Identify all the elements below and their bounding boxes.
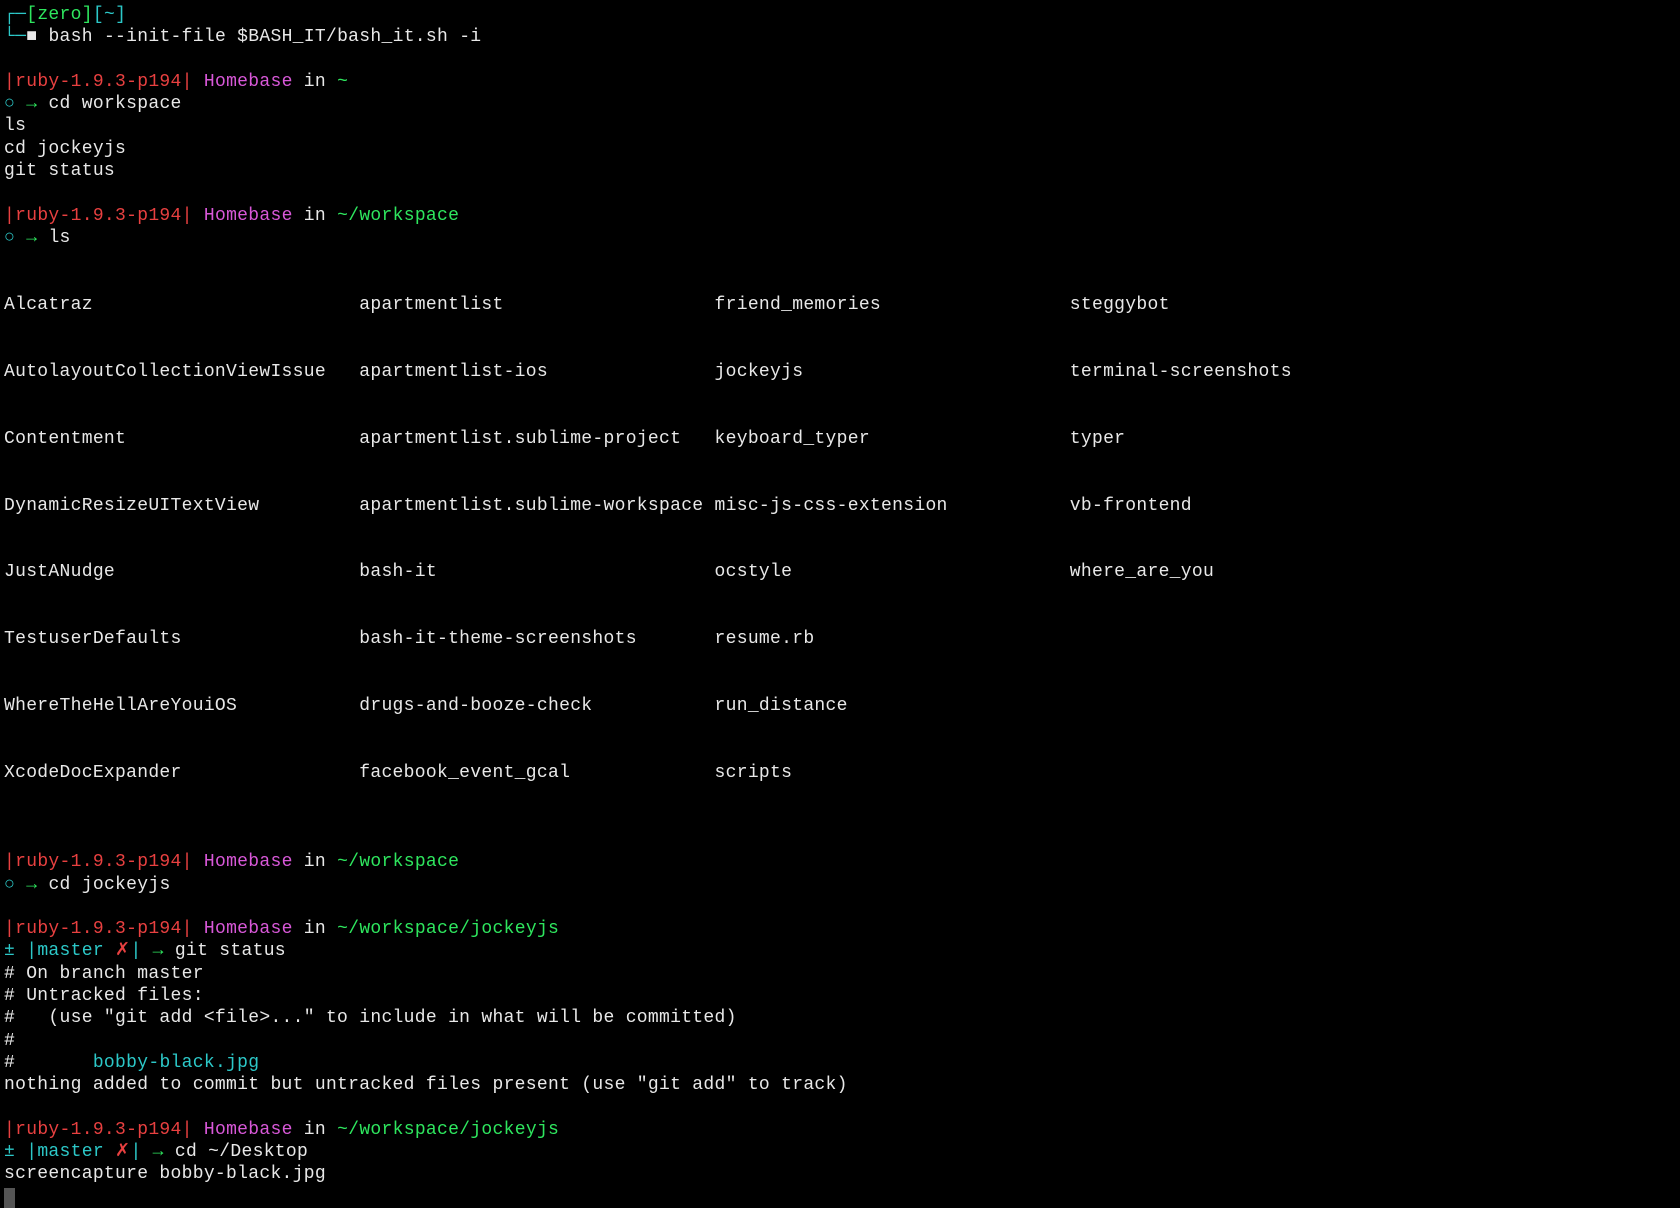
prompt-3-cmd: ○ → cd jockeyjs — [4, 874, 1676, 896]
top-host-line: ┌─[zero][~] — [4, 4, 1676, 26]
prompt-1-context: |ruby-1.9.3-p194| Homebase in ~ — [4, 71, 1676, 93]
git-status-line: # (use "git add <file>..." to include in… — [4, 1007, 1676, 1029]
git-status-line: # On branch master — [4, 963, 1676, 985]
git-untracked-file: # bobby-black.jpg — [4, 1052, 1676, 1074]
top-cmd-line: └─■ bash --init-file $BASH_IT/bash_it.sh… — [4, 26, 1676, 48]
terminal-output[interactable]: ┌─[zero][~] └─■ bash --init-file $BASH_I… — [4, 4, 1676, 1208]
ls-row: WhereTheHellAreYouiOS drugs-and-booze-ch… — [4, 695, 1676, 717]
ls-output: Alcatraz apartmentlist friend_memories s… — [4, 249, 1676, 829]
prompt-4-context: |ruby-1.9.3-p194| Homebase in ~/workspac… — [4, 918, 1676, 940]
prompt-5-context: |ruby-1.9.3-p194| Homebase in ~/workspac… — [4, 1119, 1676, 1141]
history-line: git status — [4, 160, 1676, 182]
prompt-2-context: |ruby-1.9.3-p194| Homebase in ~/workspac… — [4, 205, 1676, 227]
git-status-line: # — [4, 1030, 1676, 1052]
git-status-line: nothing added to commit but untracked fi… — [4, 1074, 1676, 1096]
ls-row: JustANudge bash-it ocstyle where_are_you — [4, 561, 1676, 583]
ls-row: Contentment apartmentlist.sublime-projec… — [4, 428, 1676, 450]
ls-row: AutolayoutCollectionViewIssue apartmentl… — [4, 361, 1676, 383]
prompt-1-cmd: ○ → cd workspace — [4, 93, 1676, 115]
ls-row: XcodeDocExpander facebook_event_gcal scr… — [4, 762, 1676, 784]
git-status-line: # Untracked files: — [4, 985, 1676, 1007]
history-line: cd jockeyjs — [4, 138, 1676, 160]
history-line: ls — [4, 115, 1676, 137]
history-line: screencapture bobby-black.jpg — [4, 1163, 1676, 1185]
prompt-3-context: |ruby-1.9.3-p194| Homebase in ~/workspac… — [4, 851, 1676, 873]
ls-row: TestuserDefaults bash-it-theme-screensho… — [4, 628, 1676, 650]
cursor-icon — [4, 1188, 15, 1208]
prompt-2-cmd: ○ → ls — [4, 227, 1676, 249]
prompt-4-cmd: ± |master ✗| → git status — [4, 940, 1676, 962]
prompt-5-cmd: ± |master ✗| → cd ~/Desktop — [4, 1141, 1676, 1163]
ls-row: Alcatraz apartmentlist friend_memories s… — [4, 294, 1676, 316]
ls-row: DynamicResizeUITextView apartmentlist.su… — [4, 495, 1676, 517]
